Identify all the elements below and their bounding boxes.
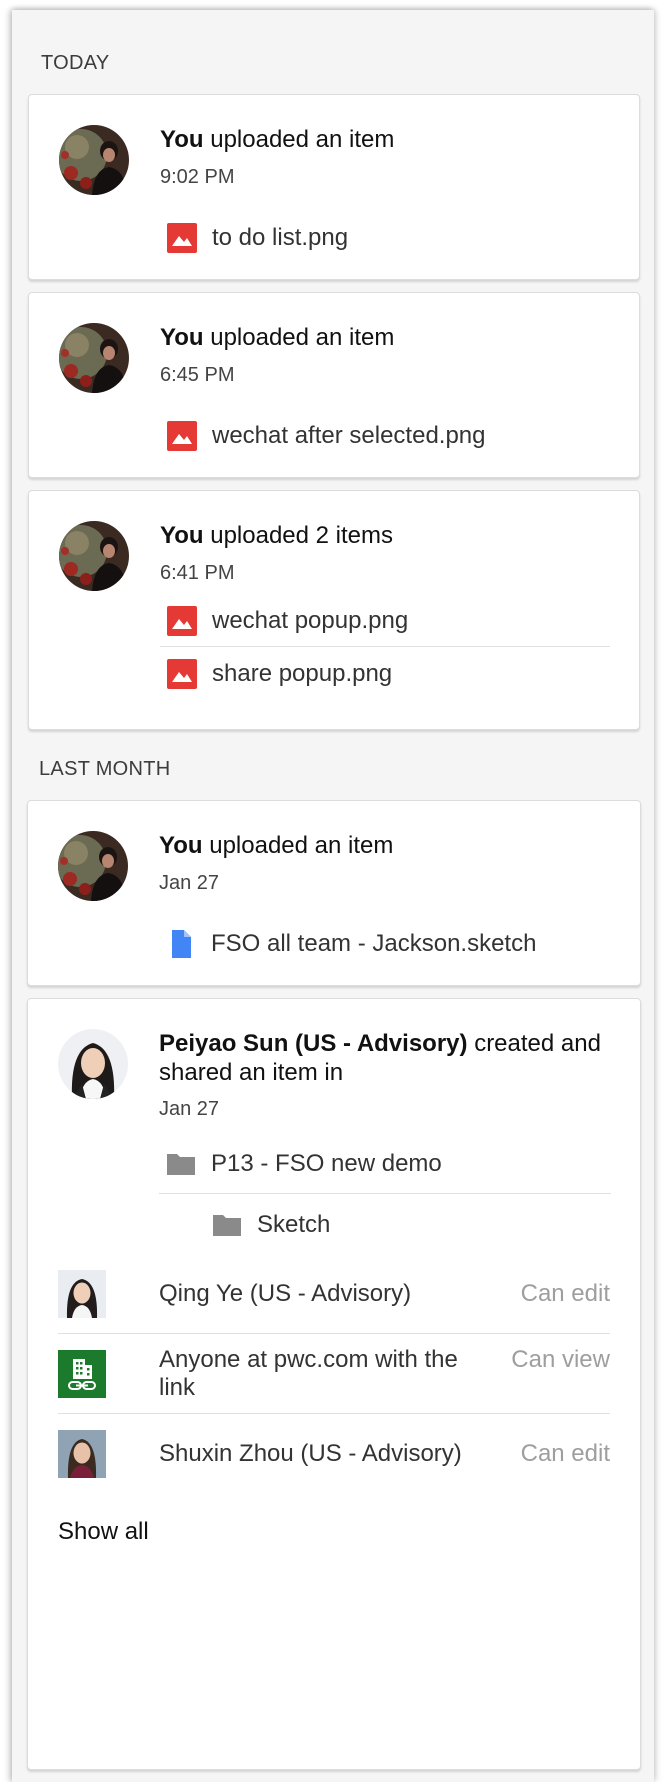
permission-role[interactable]: Can edit bbox=[521, 1280, 610, 1308]
section-header-today: TODAY bbox=[41, 52, 110, 74]
file-name: FSO all team - Jackson.sketch bbox=[211, 930, 537, 957]
file-item[interactable]: share popup.png bbox=[160, 648, 610, 700]
image-file-icon bbox=[166, 605, 198, 637]
actor-name: You bbox=[160, 324, 204, 351]
file-item[interactable]: wechat popup.png bbox=[160, 595, 610, 647]
document-file-icon bbox=[165, 928, 197, 960]
permission-role[interactable]: Can view bbox=[511, 1346, 610, 1374]
image-file-icon bbox=[166, 658, 198, 690]
image-file-icon bbox=[166, 222, 198, 254]
folder-icon bbox=[211, 1209, 243, 1241]
actor-name: You bbox=[160, 522, 204, 549]
permission-name: Qing Ye (US - Advisory) bbox=[159, 1279, 412, 1307]
actor-name: You bbox=[159, 832, 203, 859]
activity-headline: Peiyao Sun (US - Advisory) created and s… bbox=[159, 1029, 619, 1087]
show-all-link[interactable]: Show all bbox=[58, 1518, 149, 1546]
permission-row[interactable]: Shuxin Zhou (US - Advisory) Can edit bbox=[58, 1414, 610, 1494]
file-item[interactable]: FSO all team - Jackson.sketch bbox=[159, 918, 609, 970]
activity-headline: You uploaded 2 items bbox=[160, 521, 620, 550]
file-item[interactable]: to do list.png bbox=[160, 212, 610, 264]
activity-headline: You uploaded an item bbox=[160, 125, 620, 154]
user-avatar bbox=[59, 323, 129, 393]
activity-headline: You uploaded an item bbox=[159, 831, 619, 860]
activity-card: You uploaded 2 items 6:41 PM wechat popu… bbox=[28, 490, 640, 730]
section-header-last-month: LAST MONTH bbox=[39, 758, 171, 780]
activity-panel: TODAY You uploaded an item 9:02 PM to do… bbox=[12, 10, 654, 1782]
actor-name: You bbox=[160, 126, 204, 153]
file-name: wechat popup.png bbox=[212, 606, 409, 634]
user-avatar bbox=[59, 521, 129, 591]
file-name: share popup.png bbox=[212, 660, 393, 687]
permission-name: Anyone at pwc.com with the link bbox=[159, 1345, 458, 1401]
file-name: to do list.png bbox=[212, 224, 349, 251]
user-avatar bbox=[59, 125, 129, 195]
actor-name: Peiyao Sun (US - Advisory) bbox=[159, 1030, 468, 1057]
subfolder-item[interactable]: Sketch bbox=[205, 1195, 505, 1255]
activity-card: Peiyao Sun (US - Advisory) created and s… bbox=[27, 998, 641, 1770]
permission-name: Shuxin Zhou (US - Advisory) bbox=[159, 1440, 462, 1467]
folder-name: Sketch bbox=[257, 1211, 331, 1238]
activity-card: You uploaded an item 9:02 PM to do list.… bbox=[28, 94, 640, 280]
user-avatar bbox=[58, 1430, 106, 1478]
permission-row[interactable]: Qing Ye (US - Advisory) Can edit bbox=[58, 1254, 610, 1334]
file-name: wechat after selected.png bbox=[212, 422, 486, 449]
folder-name: P13 - FSO new demo bbox=[211, 1149, 442, 1177]
user-avatar bbox=[58, 1270, 106, 1318]
folder-item[interactable]: P13 - FSO new demo bbox=[159, 1134, 611, 1194]
activity-action: uploaded an item bbox=[210, 324, 395, 351]
image-file-icon bbox=[166, 420, 198, 452]
user-avatar bbox=[58, 831, 128, 901]
activity-time: Jan 27 bbox=[159, 872, 220, 894]
file-item[interactable]: wechat after selected.png bbox=[160, 410, 610, 462]
activity-time: 9:02 PM bbox=[160, 166, 235, 188]
permission-row[interactable]: Anyone at pwc.com with the link Can view bbox=[58, 1334, 610, 1414]
activity-time: 6:41 PM bbox=[160, 562, 235, 584]
activity-headline: You uploaded an item bbox=[160, 323, 620, 352]
user-avatar bbox=[58, 1029, 128, 1099]
activity-time: 6:45 PM bbox=[160, 364, 235, 386]
activity-card: You uploaded an item 6:45 PM wechat afte… bbox=[28, 292, 640, 478]
permission-role[interactable]: Can edit bbox=[521, 1440, 610, 1468]
folder-icon bbox=[165, 1148, 197, 1180]
activity-card: You uploaded an item Jan 27 FSO all team… bbox=[27, 800, 641, 986]
activity-action: uploaded 2 items bbox=[210, 522, 394, 549]
domain-link-icon bbox=[58, 1350, 106, 1398]
activity-action: uploaded an item bbox=[209, 832, 394, 859]
activity-action: uploaded an item bbox=[210, 126, 395, 153]
activity-time: Jan 27 bbox=[159, 1098, 220, 1120]
